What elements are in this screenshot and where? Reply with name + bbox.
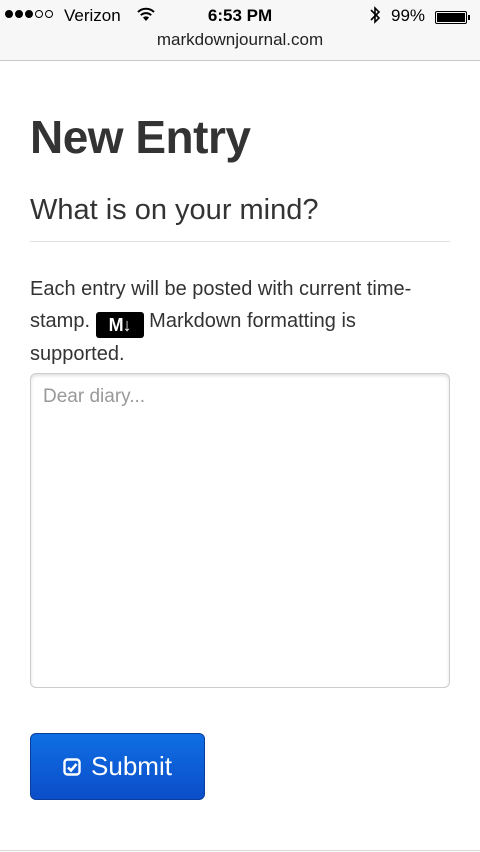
battery-icon [435,11,467,24]
page-title: New Entry [30,111,251,163]
bluetooth-icon [370,6,381,24]
markdown-logo-icon: M↓ [95,312,144,338]
browser-chrome: Verizon 6:53 PM 99% markdownjournal.com [0,0,480,61]
submit-button[interactable]: Submit [30,733,205,800]
battery-percent: 99% [391,6,426,25]
submit-label: Submit [91,751,172,781]
battery-level [437,13,465,22]
status-bar: Verizon 6:53 PM 99% [0,4,480,28]
page-subtitle: What is on your mind? [30,194,319,226]
bottom-divider [0,850,480,851]
help-text: Each entry will be posted with current t… [30,273,450,370]
divider [30,241,450,242]
address-bar[interactable]: markdownjournal.com [0,30,480,50]
entry-textarea[interactable] [30,373,450,688]
check-square-icon [63,757,81,776]
battery-tip [468,15,470,20]
